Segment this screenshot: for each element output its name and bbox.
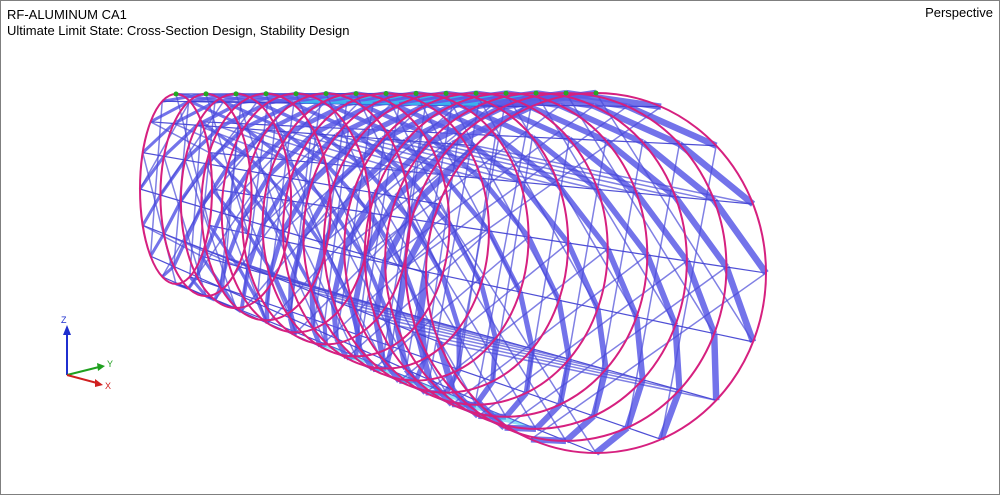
design-case-description: Ultimate Limit State: Cross-Section Desi… xyxy=(7,23,350,38)
diagonal-member-result xyxy=(593,425,630,456)
x-axis-line xyxy=(66,374,98,384)
z-axis-label: Z xyxy=(61,315,67,325)
structure-model-render[interactable] xyxy=(1,1,999,494)
projection-mode-label: Perspective xyxy=(925,5,993,20)
diagonal-member-result xyxy=(710,333,720,401)
node-support-marker xyxy=(263,91,269,97)
node-support-marker xyxy=(203,91,209,97)
node-support-marker xyxy=(533,90,539,96)
longitudinal-member xyxy=(184,159,207,165)
longitudinal-member xyxy=(163,155,186,161)
x-axis-label: X xyxy=(105,381,111,391)
result-info-panel: RF-ALUMINUM CA1 Ultimate Limit State: Cr… xyxy=(7,7,349,39)
node-support-marker xyxy=(473,90,479,96)
node-support-marker xyxy=(173,91,179,97)
node-support-marker xyxy=(563,90,569,96)
node-support-marker xyxy=(353,91,359,97)
node-support-marker xyxy=(413,90,419,96)
longitudinal-member xyxy=(139,188,161,196)
z-axis-arrow-icon xyxy=(63,325,71,335)
longitudinal-member xyxy=(227,166,249,172)
model-viewport[interactable]: RF-ALUMINUM CA1 Ultimate Limit State: Cr… xyxy=(0,0,1000,495)
node-support-marker xyxy=(323,91,329,97)
diagonal-member-result xyxy=(440,274,462,329)
y-axis-arrow-icon xyxy=(97,363,105,371)
module-title: RF-ALUMINUM CA1 xyxy=(7,7,127,22)
axes-triad: Z Y X xyxy=(61,315,113,391)
y-axis-label: Y xyxy=(107,359,113,369)
node-support-marker xyxy=(503,90,509,96)
longitudinal-member xyxy=(180,200,202,208)
x-axis-arrow-icon xyxy=(95,379,103,387)
node-support-marker xyxy=(233,91,239,97)
longitudinal-member xyxy=(458,369,493,382)
node-support-marker xyxy=(383,91,389,96)
node-support-marker xyxy=(593,90,599,96)
longitudinal-member xyxy=(593,415,628,429)
ring-brace-member xyxy=(477,260,688,417)
diagonal-member-result xyxy=(723,265,757,343)
y-axis-line xyxy=(66,366,100,376)
longitudinal-member xyxy=(627,427,662,440)
diagonal-member-result xyxy=(683,259,718,335)
longitudinal-member xyxy=(492,380,527,394)
diagonal-member-result xyxy=(517,291,535,350)
longitudinal-member xyxy=(269,174,291,179)
node-support-marker xyxy=(443,90,449,96)
node-support-marker xyxy=(293,91,299,97)
